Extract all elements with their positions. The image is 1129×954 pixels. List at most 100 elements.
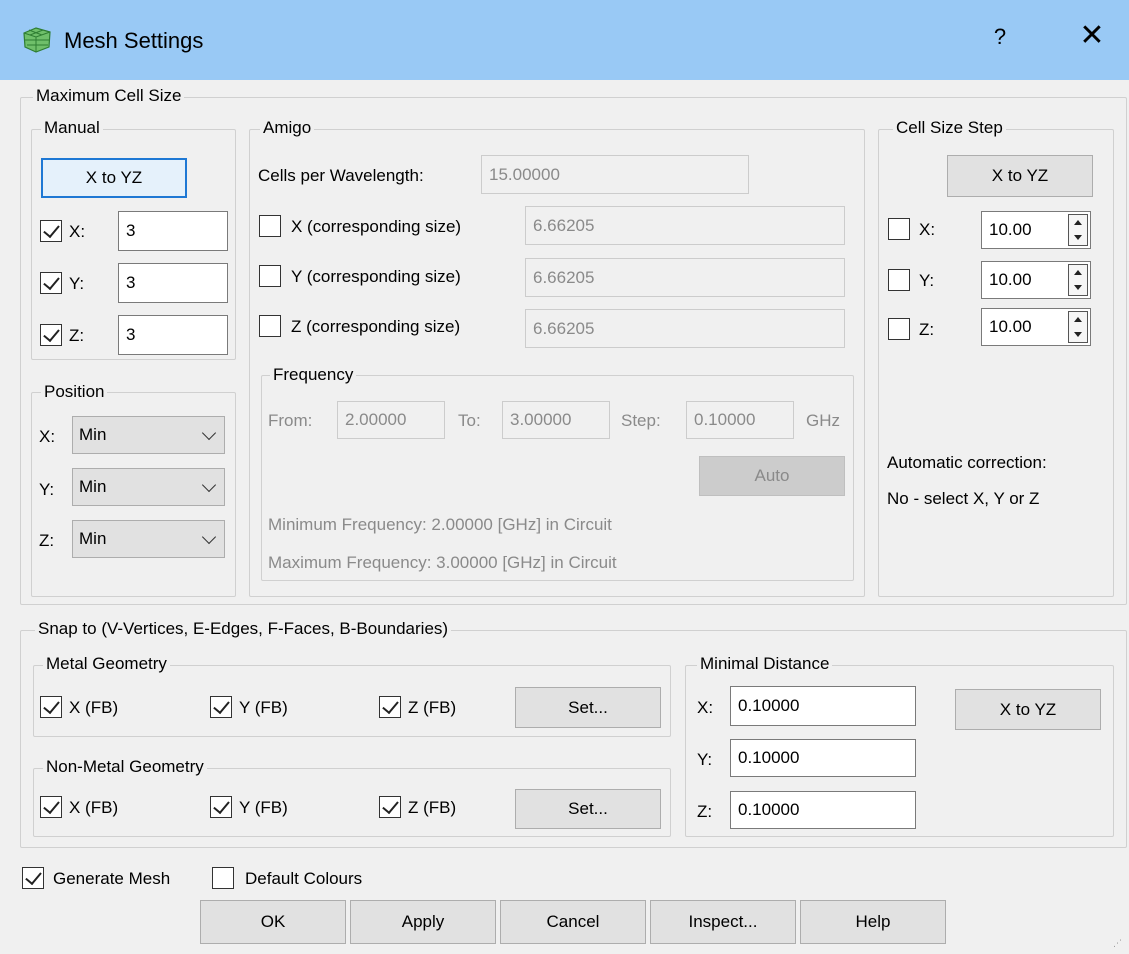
close-icon[interactable]: ✕ — [1072, 18, 1112, 53]
freq-from-input[interactable]: 2.00000 — [337, 401, 445, 439]
cells-per-wavelength-label: Cells per Wavelength: — [258, 166, 424, 185]
inspect-button[interactable]: Inspect... — [650, 900, 796, 944]
amigo-x-input[interactable]: 6.66205 — [525, 206, 845, 245]
amigo-z-input[interactable]: 6.66205 — [525, 309, 845, 348]
default-colours-label: Default Colours — [245, 869, 363, 888]
position-z-value: Min — [79, 529, 107, 548]
amigo-z-label: Z (corresponding size) — [291, 317, 461, 336]
snap-to-legend: Snap to (V-Vertices, E-Edges, F-Faces, B… — [35, 619, 452, 639]
amigo-x-checkbox[interactable] — [259, 215, 281, 237]
resize-grip-icon[interactable]: ⋰ — [1113, 938, 1123, 948]
cell-step-z-spinbox[interactable]: 10.00 — [981, 308, 1091, 346]
metal-set-button[interactable]: Set... — [515, 687, 661, 728]
amigo-z-checkbox[interactable] — [259, 315, 281, 337]
cell-size-step-group — [878, 129, 1114, 597]
window-title: Mesh Settings — [64, 28, 204, 53]
manual-z-checkbox[interactable] — [40, 324, 62, 346]
position-x-select[interactable]: Min — [72, 416, 225, 454]
cell-step-z-value: 10.00 — [989, 317, 1032, 336]
generate-mesh-label: Generate Mesh — [53, 869, 171, 888]
spin-arrows-icon[interactable] — [1068, 264, 1088, 296]
amigo-x-label: X (corresponding size) — [291, 217, 462, 236]
ok-button[interactable]: OK — [200, 900, 346, 944]
freq-unit-label: GHz — [806, 411, 840, 430]
manual-z-input[interactable]: 3 — [118, 315, 228, 355]
cell-step-z-checkbox[interactable] — [888, 318, 910, 340]
nonmetal-z-checkbox[interactable] — [379, 796, 401, 818]
cell-step-z-label: Z: — [919, 320, 935, 339]
mindist-y-label: Y: — [697, 750, 713, 769]
cancel-button[interactable]: Cancel — [500, 900, 646, 944]
cell-step-y-spinbox[interactable]: 10.00 — [981, 261, 1091, 299]
help-icon[interactable]: ? — [985, 24, 1015, 50]
manual-x-input[interactable]: 3 — [118, 211, 228, 251]
manual-x-label: X: — [69, 222, 86, 241]
cells-per-wavelength-input[interactable]: 15.00000 — [481, 155, 749, 194]
metal-z-checkbox[interactable] — [379, 696, 401, 718]
mindist-x-to-yz-button[interactable]: X to YZ — [955, 689, 1101, 730]
metal-geometry-legend: Metal Geometry — [43, 654, 170, 674]
title-bar: Mesh Settings ? ✕ — [0, 0, 1129, 80]
mindist-z-input[interactable]: 0.10000 — [730, 791, 916, 829]
manual-z-label: Z: — [69, 326, 85, 345]
auto-button[interactable]: Auto — [699, 456, 845, 496]
metal-x-label: X (FB) — [69, 698, 119, 717]
freq-step-input[interactable]: 0.10000 — [686, 401, 794, 439]
position-legend: Position — [41, 382, 108, 402]
maximum-cell-size-legend: Maximum Cell Size — [33, 86, 185, 106]
chevron-down-icon — [201, 477, 217, 493]
cell-size-step-legend: Cell Size Step — [893, 118, 1006, 138]
spin-arrows-icon[interactable] — [1068, 214, 1088, 246]
cell-step-x-to-yz-button[interactable]: X to YZ — [947, 155, 1093, 197]
metal-y-checkbox[interactable] — [210, 696, 232, 718]
default-colours-checkbox[interactable] — [212, 867, 234, 889]
position-y-value: Min — [79, 477, 107, 496]
cell-step-x-value: 10.00 — [989, 220, 1032, 239]
minimal-distance-legend: Minimal Distance — [697, 654, 833, 674]
amigo-legend: Amigo — [260, 118, 315, 138]
cell-step-y-value: 10.00 — [989, 270, 1032, 289]
automatic-correction-label: Automatic correction: — [887, 453, 1047, 472]
cell-step-y-checkbox[interactable] — [888, 269, 910, 291]
nonmetal-x-checkbox[interactable] — [40, 796, 62, 818]
metal-y-label: Y (FB) — [239, 698, 288, 717]
cell-step-x-spinbox[interactable]: 10.00 — [981, 211, 1091, 249]
metal-z-label: Z (FB) — [408, 698, 457, 717]
mindist-x-label: X: — [697, 698, 714, 717]
min-frequency-text: Minimum Frequency: 2.00000 [GHz] in Circ… — [268, 515, 612, 534]
manual-y-checkbox[interactable] — [40, 272, 62, 294]
cell-step-y-label: Y: — [919, 271, 935, 290]
manual-x-to-yz-button[interactable]: X to YZ — [41, 158, 187, 198]
amigo-y-input[interactable]: 6.66205 — [525, 258, 845, 297]
automatic-correction-value: No - select X, Y or Z — [887, 489, 1040, 508]
spin-arrows-icon[interactable] — [1068, 311, 1088, 343]
mesh-app-icon — [23, 27, 51, 53]
generate-mesh-checkbox[interactable] — [22, 867, 44, 889]
freq-step-label: Step: — [621, 411, 661, 430]
nonmetal-set-button[interactable]: Set... — [515, 789, 661, 829]
chevron-down-icon — [201, 425, 217, 441]
position-x-label: X: — [39, 427, 56, 446]
mindist-y-input[interactable]: 0.10000 — [730, 739, 916, 777]
position-z-select[interactable]: Min — [72, 520, 225, 558]
manual-y-label: Y: — [69, 274, 85, 293]
manual-x-checkbox[interactable] — [40, 220, 62, 242]
position-y-label: Y: — [39, 480, 55, 499]
amigo-y-label: Y (corresponding size) — [291, 267, 461, 286]
mindist-z-label: Z: — [697, 802, 713, 821]
help-button[interactable]: Help — [800, 900, 946, 944]
manual-y-input[interactable]: 3 — [118, 263, 228, 303]
position-y-select[interactable]: Min — [72, 468, 225, 506]
manual-legend: Manual — [41, 118, 103, 138]
nonmetal-z-label: Z (FB) — [408, 798, 457, 817]
amigo-y-checkbox[interactable] — [259, 265, 281, 287]
metal-x-checkbox[interactable] — [40, 696, 62, 718]
nonmetal-y-checkbox[interactable] — [210, 796, 232, 818]
apply-button[interactable]: Apply — [350, 900, 496, 944]
position-z-label: Z: — [39, 531, 55, 550]
cell-step-x-checkbox[interactable] — [888, 218, 910, 240]
freq-to-input[interactable]: 3.00000 — [502, 401, 610, 439]
cell-step-x-label: X: — [919, 220, 936, 239]
mindist-x-input[interactable]: 0.10000 — [730, 686, 916, 726]
nonmetal-y-label: Y (FB) — [239, 798, 288, 817]
